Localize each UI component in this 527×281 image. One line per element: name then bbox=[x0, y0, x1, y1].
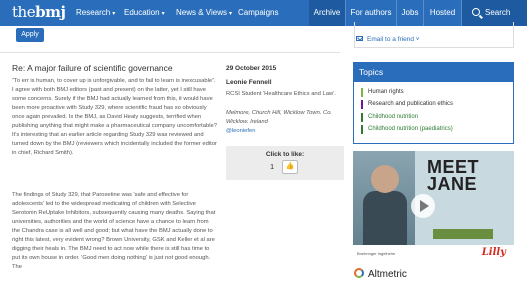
chevron-down-icon: ˅ bbox=[415, 36, 420, 43]
chevron-down-icon: ▾ bbox=[161, 11, 165, 17]
topics-panel: Topics Human rights Research and publica… bbox=[353, 62, 514, 144]
chevron-down-icon: ▾ bbox=[112, 11, 116, 17]
like-button[interactable]: 👍 bbox=[282, 160, 298, 174]
email-to-friend-link[interactable]: Email to a friend ˅ bbox=[356, 36, 420, 43]
bmj-logo[interactable]: thebmj bbox=[12, 3, 66, 21]
author-name: Leonie Fennell bbox=[226, 79, 272, 86]
ad-footer: Boehringer Ingelheim Lilly bbox=[353, 245, 514, 259]
author-twitter-link[interactable]: @leoniefen bbox=[226, 128, 255, 134]
play-icon[interactable] bbox=[411, 194, 435, 218]
topic-link-childhood-nutrition-paediatrics[interactable]: Childhood nutrition (paediatrics) bbox=[361, 125, 453, 134]
share-box bbox=[354, 22, 514, 48]
topic-link-research-ethics[interactable]: Research and publication ethics bbox=[361, 100, 453, 109]
search-icon bbox=[472, 8, 480, 16]
ad-person-head bbox=[371, 165, 399, 193]
envelope-icon bbox=[356, 36, 363, 41]
like-count: 1 bbox=[270, 162, 275, 171]
nav-archive[interactable]: Archive bbox=[309, 0, 345, 26]
ad-headline: MEET JANE bbox=[427, 157, 480, 194]
ad-photo bbox=[353, 151, 415, 259]
advertisement[interactable]: MEET JANE Boehringer Ingelheim Lilly bbox=[353, 151, 514, 259]
topic-link-human-rights[interactable]: Human rights bbox=[361, 88, 404, 97]
topics-heading: Topics bbox=[354, 63, 513, 82]
nav-news-views[interactable]: News & Views ▾ bbox=[176, 8, 232, 17]
ad-lilly-logo: Lilly bbox=[481, 247, 506, 258]
thumbs-up-icon: 👍 bbox=[285, 163, 295, 170]
response-title: Re: A major failure of scientific govern… bbox=[12, 63, 173, 73]
topic-link-childhood-nutrition[interactable]: Childhood nutrition bbox=[361, 113, 418, 122]
author-role: RCSI Student 'Healthcare Ethics and Law'… bbox=[226, 91, 336, 97]
like-box: Click to like: 1 👍 bbox=[226, 146, 344, 180]
like-label: Click to like: bbox=[265, 151, 305, 158]
nav-research[interactable]: Research ▾ bbox=[76, 8, 115, 17]
chevron-down-icon: ▾ bbox=[228, 11, 232, 17]
nav-campaigns[interactable]: Campaigns bbox=[238, 8, 278, 17]
altmetric-widget[interactable]: Altmetric bbox=[354, 268, 407, 280]
nav-education[interactable]: Education ▾ bbox=[124, 8, 165, 17]
apply-button[interactable]: Apply bbox=[16, 28, 44, 42]
author-address: Melmore, Church Hill, Wicklow Town. Co. … bbox=[226, 110, 333, 125]
ad-brand-logo: Boehringer Ingelheim bbox=[357, 251, 396, 256]
altmetric-donut-icon bbox=[354, 268, 364, 278]
divider bbox=[0, 52, 340, 53]
response-date: 29 October 2015 bbox=[226, 65, 277, 72]
ad-badge bbox=[433, 229, 493, 239]
response-paragraph: The findings of Study 329, that Paroxeti… bbox=[12, 192, 216, 270]
response-paragraph: “To err is human, to cover up is unforgi… bbox=[12, 78, 217, 156]
ad-person-body bbox=[363, 191, 407, 251]
